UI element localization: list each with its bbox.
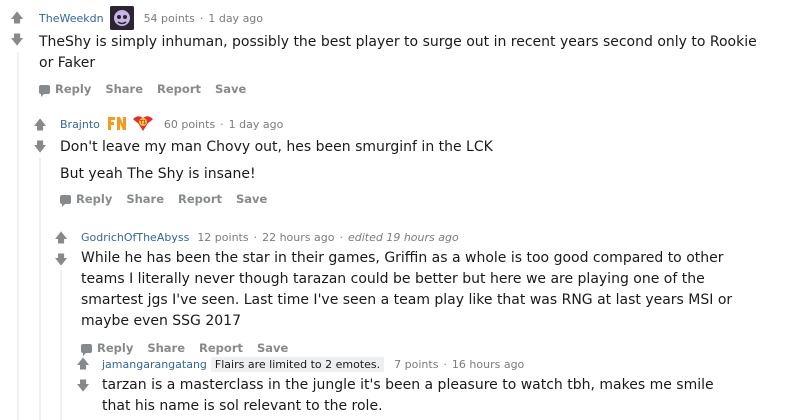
comment-paragraph: While he has been the star in their game… [81,250,733,329]
comment-actions: Reply Share Report Save [60,192,775,207]
skt-flair-icon: T1 [130,113,156,136]
timestamp[interactable]: 16 hours ago [452,358,524,371]
comment-bubble-icon [60,194,71,207]
save-button[interactable]: Save [215,82,246,96]
comment-meta: Brajnto T1 60 points · 1 day ago [60,112,775,136]
comment-bubble-icon [81,343,92,356]
username-link[interactable]: GodrichOfTheAbyss [81,231,189,244]
save-button[interactable]: Save [257,341,288,355]
comment-meta: GodrichOfTheAbyss 12 points · 22 hours a… [81,228,771,246]
vote-controls: 🡅 🡇 [76,358,90,398]
report-button[interactable]: Report [199,341,243,355]
reply-label: Reply [76,192,113,206]
comment-paragraph: tarzan is a masterclass in the jungle it… [102,377,714,414]
downvote-arrow-icon[interactable]: 🡇 [76,380,90,398]
reply-label: Reply [55,82,92,96]
comment-paragraph: TheShy is simply inhuman, possibly the b… [39,34,757,71]
comment: jamangarangatang Flairs are limited to 2… [102,355,772,417]
edited-timestamp: edited 19 hours ago [347,230,459,244]
downvote-arrow-icon[interactable]: 🡇 [10,34,24,52]
save-button[interactable]: Save [236,192,267,206]
separator-dot: · [443,357,447,371]
vote-controls: 🡅 🡇 [54,232,68,272]
thread-line[interactable] [39,158,41,420]
user-flair: Flairs are limited to 2 emotes. [210,356,385,372]
fnatic-flair-icon [106,113,128,136]
timestamp[interactable]: 22 hours ago [262,231,334,244]
reply-button[interactable]: Reply [39,82,92,97]
comment-meta: jamangarangatang Flairs are limited to 2… [102,355,772,373]
separator-dot: · [220,117,224,131]
points: 12 points [197,230,249,244]
separator-dot: · [339,230,343,244]
reply-button[interactable]: Reply [81,341,134,356]
upvote-arrow-icon[interactable]: 🡅 [54,232,68,250]
vote-controls: 🡅 🡇 [33,119,47,159]
comment-paragraph: Don't leave my man Chovy out, hes been s… [60,139,493,155]
comment-paragraph: But yeah The Shy is insane! [60,166,256,182]
comment-body: While he has been the star in their game… [81,248,766,332]
username-link[interactable]: jamangarangatang [102,358,207,371]
comment-body: TheShy is simply inhuman, possibly the b… [39,32,759,74]
timestamp[interactable]: 1 day ago [229,118,284,131]
upvote-arrow-icon[interactable]: 🡅 [76,358,90,376]
downvote-arrow-icon[interactable]: 🡇 [33,141,47,159]
upvote-arrow-icon[interactable]: 🡅 [33,119,47,137]
vote-controls: 🡅 🡇 [10,12,24,52]
comment: TheWeekdn 54 points · 1 day ago TheShy i… [39,6,769,97]
username-link[interactable]: Brajnto [60,118,100,131]
share-button[interactable]: Share [105,82,143,96]
share-button[interactable]: Share [126,192,164,206]
points: 60 points [163,117,216,131]
thread-line[interactable] [17,52,19,420]
report-button[interactable]: Report [178,192,222,206]
upvote-arrow-icon[interactable]: 🡅 [10,12,24,30]
comment-actions: Reply Share Report Save [81,341,771,356]
report-button[interactable]: Report [157,82,201,96]
reply-label: Reply [97,341,134,355]
separator-dot: · [253,230,258,244]
comment-meta: TheWeekdn 54 points · 1 day ago [39,6,769,30]
user-flair-icon [109,6,134,30]
points: 7 points [394,357,439,371]
comment-actions: Reply Share Report Save [39,82,769,97]
username-link[interactable]: TheWeekdn [39,12,104,25]
timestamp[interactable]: 1 day ago [208,12,263,25]
reply-button[interactable]: Reply [60,192,113,207]
comment: Brajnto T1 60 points · 1 day ago Don't l… [60,112,775,207]
thread-line[interactable] [60,270,62,420]
comment-bubble-icon [39,84,50,97]
comment: GodrichOfTheAbyss 12 points · 22 hours a… [81,228,771,356]
comment-body: Don't leave my man Chovy out, hes been s… [60,137,775,185]
comment-body: tarzan is a masterclass in the jungle it… [102,375,742,417]
separator-dot: · [199,11,204,25]
svg-text:T1: T1 [139,120,146,126]
share-button[interactable]: Share [147,341,185,355]
downvote-arrow-icon[interactable]: 🡇 [54,254,68,272]
points: 54 points [143,11,195,25]
